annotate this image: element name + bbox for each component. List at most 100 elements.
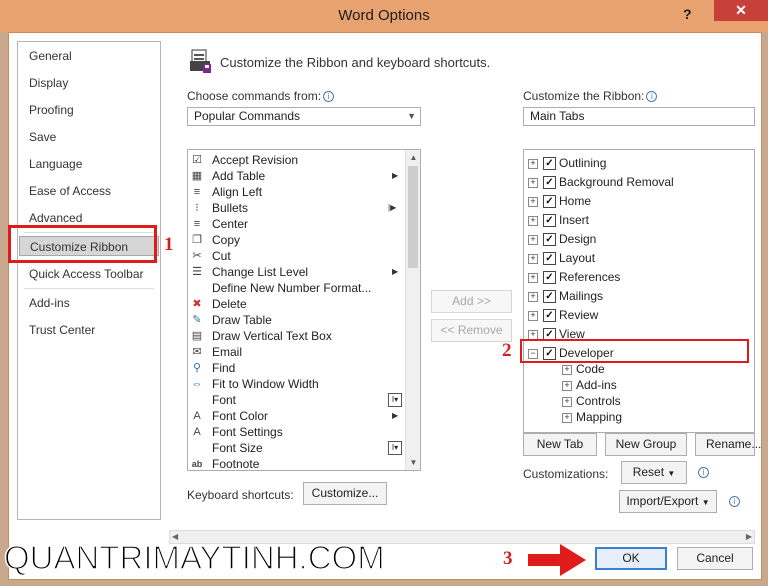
tab-checkbox[interactable]: ✓ <box>543 214 556 227</box>
command-item[interactable]: Font I▾ <box>188 392 408 408</box>
customize-ribbon-dropdown[interactable]: Main Tabs <box>523 107 755 126</box>
scroll-thumb[interactable] <box>408 166 418 268</box>
command-item[interactable]: A Font Settings <box>188 424 408 440</box>
info-icon[interactable]: i <box>729 496 740 507</box>
import-export-button[interactable]: Import/Export ▼ <box>619 490 717 513</box>
annotation-box-1 <box>8 225 157 263</box>
customize-ribbon-label: Customize the Ribbon: i <box>523 89 658 103</box>
remove-button[interactable]: << Remove <box>431 319 512 342</box>
center-align-icon: ≡ <box>193 218 201 230</box>
command-item[interactable]: ⚲ Find <box>188 360 408 376</box>
expand-icon[interactable]: + <box>528 292 538 302</box>
ribbon-tab-label: Review <box>559 308 599 322</box>
expand-icon[interactable]: + <box>528 159 538 169</box>
info-icon[interactable]: i <box>698 467 709 478</box>
cancel-button[interactable]: Cancel <box>677 547 753 570</box>
command-item[interactable]: ≡ Align Left <box>188 184 408 200</box>
scroll-up-icon[interactable]: ▲ <box>406 150 420 165</box>
ribbon-tab-item[interactable]: + ✓ Home <box>524 192 750 211</box>
choose-commands-dropdown[interactable]: Popular Commands ▼ <box>187 107 421 126</box>
customize-shortcuts-button[interactable]: Customize... <box>303 482 387 505</box>
tab-checkbox[interactable]: ✓ <box>543 176 556 189</box>
help-button[interactable]: ? <box>683 6 692 22</box>
nav-item-quick-access-toolbar[interactable]: Quick Access Toolbar <box>19 264 159 284</box>
nav-item-ease-of-access[interactable]: Ease of Access <box>19 181 159 201</box>
nav-item-general[interactable]: General <box>19 46 159 66</box>
ribbon-group-label: Add-ins <box>576 378 617 392</box>
expand-icon[interactable]: + <box>528 273 538 283</box>
tab-checkbox[interactable]: ✓ <box>543 290 556 303</box>
expand-icon[interactable]: + <box>562 413 572 423</box>
ribbon-tab-item[interactable]: + ✓ Mailings <box>524 287 750 306</box>
nav-item-proofing[interactable]: Proofing <box>19 100 159 120</box>
annotation-label-1: 1 <box>164 234 174 255</box>
command-item[interactable]: ab Footnote <box>188 456 408 470</box>
info-icon[interactable]: i <box>646 91 658 102</box>
ribbon-tab-item[interactable]: + ✓ Design <box>524 230 750 249</box>
commands-scrollbar[interactable]: ▲ ▼ <box>405 150 420 470</box>
command-item[interactable]: ☰ Change List Level ▶ <box>188 264 408 280</box>
new-group-button[interactable]: New Group <box>605 433 687 456</box>
command-item[interactable]: ✖ Delete <box>188 296 408 312</box>
new-tab-button[interactable]: New Tab <box>523 433 597 456</box>
tab-checkbox[interactable]: ✓ <box>543 252 556 265</box>
scroll-right-icon[interactable]: ▶ <box>746 531 752 543</box>
close-button[interactable]: ✕ <box>714 0 768 21</box>
command-item[interactable]: ✉ Email <box>188 344 408 360</box>
nav-item-trust-center[interactable]: Trust Center <box>19 320 159 340</box>
command-item[interactable]: ≡ Center <box>188 216 408 232</box>
command-item[interactable]: Font Size I▾ <box>188 440 408 456</box>
tab-checkbox[interactable]: ✓ <box>543 233 556 246</box>
ribbon-tab-item[interactable]: + ✓ Outlining <box>524 154 750 173</box>
expand-icon[interactable]: + <box>528 311 538 321</box>
tab-checkbox[interactable]: ✓ <box>543 195 556 208</box>
command-item[interactable]: ⁝ Bullets |▶ <box>188 200 408 216</box>
expand-icon[interactable]: + <box>528 254 538 264</box>
expand-icon[interactable]: + <box>528 178 538 188</box>
reset-button[interactable]: Reset ▼ <box>621 461 687 484</box>
commands-list[interactable]: ☑ Accept Revision ▦ Add Table ▶ ≡ Align Left ⁝ B… <box>187 149 421 471</box>
tab-checkbox[interactable]: ✓ <box>543 157 556 170</box>
ribbon-tab-item[interactable]: + ✓ Insert <box>524 211 750 230</box>
tab-checkbox[interactable]: ✓ <box>543 309 556 322</box>
command-item[interactable]: ▦ Add Table ▶ <box>188 168 408 184</box>
ok-button[interactable]: OK <box>595 547 667 570</box>
expand-icon[interactable]: + <box>528 197 538 207</box>
command-item[interactable]: ❐ Copy <box>188 232 408 248</box>
expand-icon[interactable]: + <box>528 216 538 226</box>
ribbon-group-item[interactable]: + Mapping <box>524 409 750 425</box>
ribbon-tab-item[interactable]: + ✓ References <box>524 268 750 287</box>
chevron-down-icon: ▼ <box>407 111 416 121</box>
tab-checkbox[interactable]: ✓ <box>543 271 556 284</box>
command-label: Add Table <box>212 169 266 183</box>
command-item[interactable]: ☑ Accept Revision <box>188 152 408 168</box>
command-item[interactable]: ✂ Cut <box>188 248 408 264</box>
nav-item-save[interactable]: Save <box>19 127 159 147</box>
command-item[interactable]: ✎ Draw Table <box>188 312 408 328</box>
command-item[interactable]: ⇔ Fit to Window Width <box>188 376 408 392</box>
ribbon-tab-item[interactable]: + ✓ Review <box>524 306 750 325</box>
command-item[interactable]: ▤ Draw Vertical Text Box <box>188 328 408 344</box>
command-item[interactable]: A Font Color ▶ <box>188 408 408 424</box>
expand-icon[interactable]: + <box>562 397 572 407</box>
expand-icon[interactable]: + <box>528 235 538 245</box>
command-item[interactable]: Define New Number Format... <box>188 280 408 296</box>
nav-item-add-ins[interactable]: Add-ins <box>19 293 159 313</box>
ribbon-group-item[interactable]: + Controls <box>524 393 750 409</box>
nav-item-language[interactable]: Language <box>19 154 159 174</box>
add-button[interactable]: Add >> <box>431 290 512 313</box>
ribbon-tab-item[interactable]: + ✓ Layout <box>524 249 750 268</box>
ribbon-group-item[interactable]: + Code <box>524 361 750 377</box>
copy-icon: ❐ <box>192 234 202 246</box>
ribbon-tabs-tree[interactable]: + ✓ Outlining + ✓ Background Removal + ✓ Home + ✓ I… <box>523 149 755 433</box>
reset-label: Reset <box>632 465 665 479</box>
rename-button[interactable]: Rename... <box>695 433 761 456</box>
list-level-icon: ☰ <box>192 266 202 278</box>
expand-icon[interactable]: + <box>562 381 572 391</box>
ribbon-group-item[interactable]: + Add-ins <box>524 377 750 393</box>
nav-item-display[interactable]: Display <box>19 73 159 93</box>
expand-icon[interactable]: + <box>562 365 572 375</box>
scroll-down-icon[interactable]: ▼ <box>406 455 420 470</box>
info-icon[interactable]: i <box>323 91 335 102</box>
ribbon-tab-item[interactable]: + ✓ Background Removal <box>524 173 750 192</box>
